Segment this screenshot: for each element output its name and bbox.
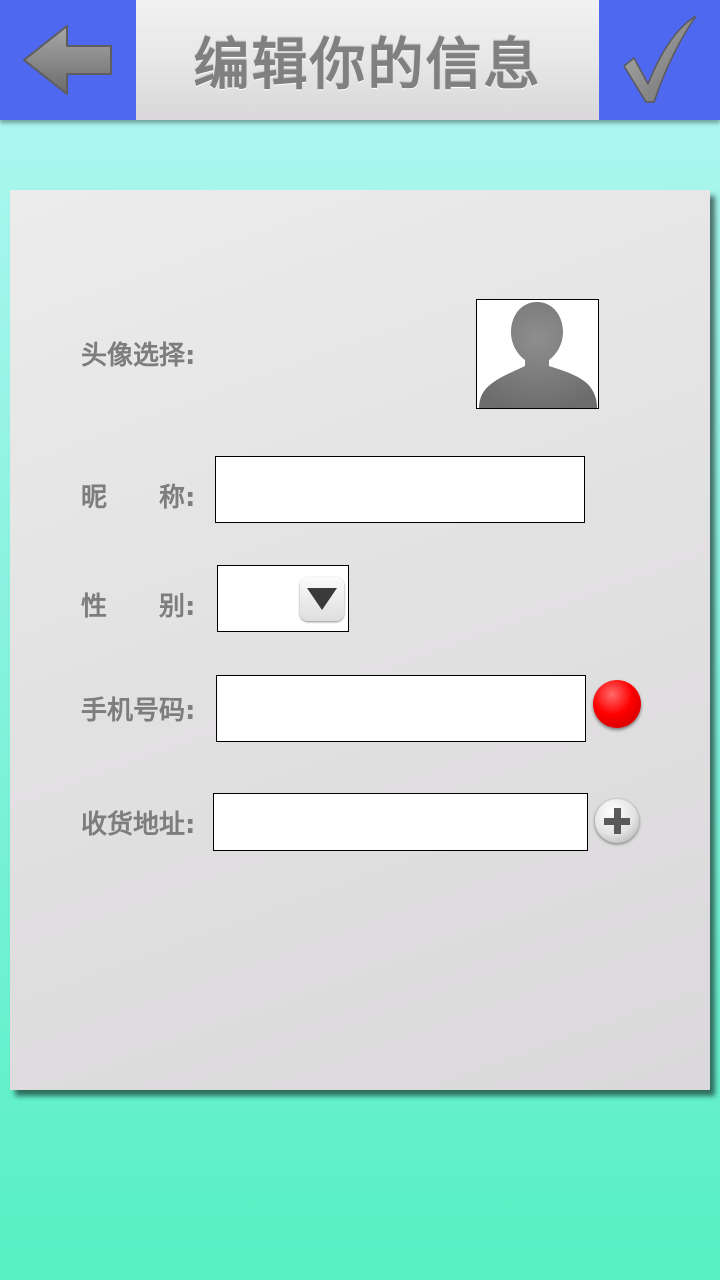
- phone-label: 手机号码:: [81, 696, 196, 726]
- add-address-button[interactable]: [595, 799, 639, 843]
- confirm-button[interactable]: [599, 0, 720, 120]
- triangle-down-icon: [307, 588, 337, 610]
- nickname-input[interactable]: [215, 456, 585, 523]
- profile-form-card: 头像选择: 昵 称: 性 别: 手机号码: 收货地址:: [10, 190, 710, 1090]
- back-button[interactable]: [0, 0, 136, 120]
- plus-icon: [604, 808, 630, 834]
- page-title: 编辑你的信息: [193, 32, 542, 98]
- avatar-label: 头像选择:: [81, 341, 196, 371]
- phone-input[interactable]: [216, 675, 586, 742]
- address-label: 收货地址:: [81, 810, 196, 840]
- avatar-picker[interactable]: [476, 299, 599, 409]
- gender-dropdown-button[interactable]: [300, 577, 344, 621]
- arrow-left-icon: [23, 25, 112, 95]
- top-bar: 编辑你的信息: [0, 0, 720, 120]
- phone-verify-indicator[interactable]: [593, 680, 641, 728]
- gender-select[interactable]: [217, 565, 349, 632]
- nickname-label: 昵 称:: [81, 483, 196, 513]
- checkmark-icon: [622, 15, 697, 103]
- person-silhouette-icon: [479, 302, 597, 408]
- gender-label: 性 别:: [81, 592, 196, 622]
- header-title-area: 编辑你的信息: [136, 0, 599, 120]
- address-input[interactable]: [213, 793, 588, 851]
